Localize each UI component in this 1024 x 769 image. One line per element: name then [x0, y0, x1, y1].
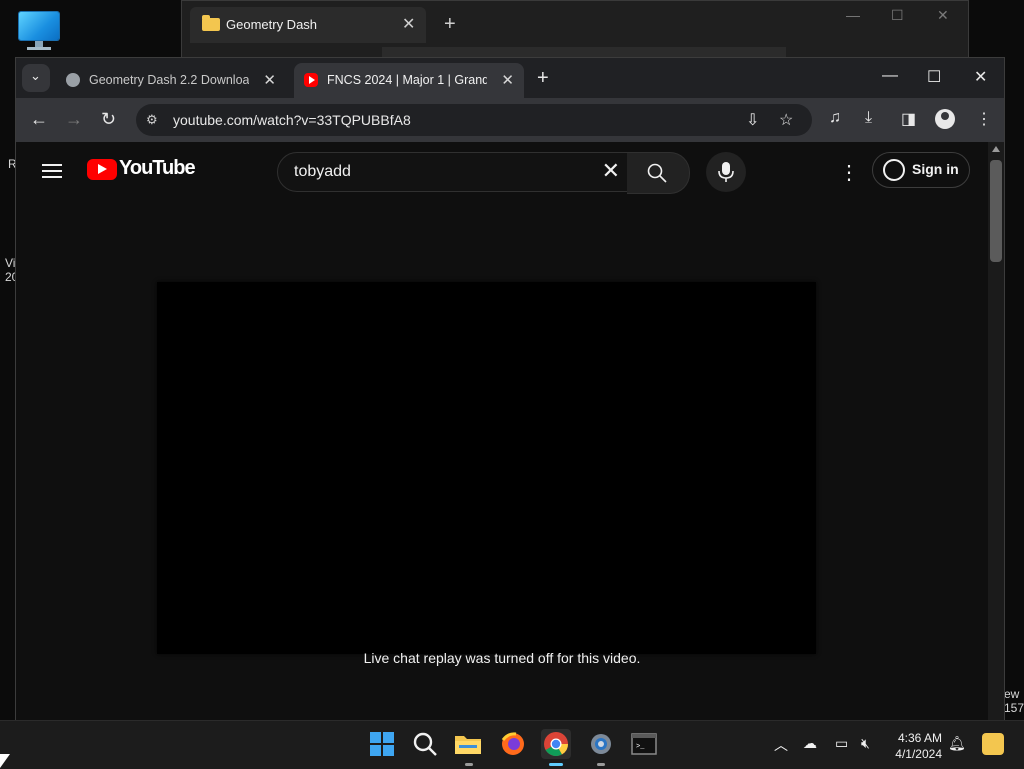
reload-button[interactable]: ↻	[101, 109, 116, 130]
taskbar-file-explorer[interactable]	[454, 729, 484, 766]
maximize-button[interactable]: ☐	[927, 67, 941, 87]
close-icon[interactable]: ✕	[402, 14, 415, 34]
maximize-button[interactable]: ☐	[891, 7, 904, 24]
search-icon	[413, 732, 437, 756]
menu-dots-icon[interactable]: ⋮	[976, 109, 992, 129]
clock-date: 4/1/2024	[895, 747, 942, 761]
terminal-icon: >_	[631, 733, 657, 755]
file-explorer-icon	[455, 736, 481, 754]
start-icon	[370, 732, 394, 756]
settings-icon	[591, 734, 611, 754]
chrome-window: ⌄ Geometry Dash 2.2 Download F ✕ FNCS 20…	[15, 57, 1005, 722]
mouse-cursor-icon	[0, 754, 10, 768]
scroll-up-icon[interactable]	[992, 146, 1000, 152]
minimize-button[interactable]: —	[882, 67, 898, 85]
svg-text:>_: >_	[636, 743, 645, 751]
folder-icon	[202, 15, 220, 31]
tab-title: FNCS 2024 | Major 1 | Grand Fir	[327, 73, 487, 87]
youtube-logo-icon[interactable]	[87, 159, 117, 180]
explorer-tab-title: Geometry Dash	[226, 17, 318, 32]
tab-strip: ⌄ Geometry Dash 2.2 Download F ✕ FNCS 20…	[16, 58, 1004, 98]
account-icon	[883, 159, 905, 181]
youtube-page: YouTube tobyadd ✕ ⋮ Sign in Live chat re…	[16, 142, 988, 721]
tab-search-button[interactable]: ⌄	[22, 64, 50, 92]
taskbar-search-button[interactable]	[410, 729, 440, 759]
close-icon[interactable]: ✕	[501, 71, 514, 89]
clock-time: 4:36 AM	[897, 731, 942, 745]
bookmark-star-icon[interactable]: ☆	[779, 110, 793, 130]
new-tab-button[interactable]: +	[537, 67, 549, 90]
taskbar-chrome[interactable]	[541, 729, 571, 766]
media-control-icon[interactable]: ♫	[829, 109, 841, 127]
downloads-icon[interactable]: ⤓	[865, 109, 872, 127]
sign-in-label: Sign in	[912, 161, 959, 177]
voice-search-button[interactable]	[706, 152, 746, 192]
system-clock[interactable]: 4:36 AM 4/1/2024	[890, 730, 942, 762]
profile-avatar-icon[interactable]	[935, 109, 955, 129]
back-button[interactable]: ←	[30, 109, 48, 130]
pre-release-badge-icon[interactable]	[982, 733, 1004, 755]
search-icon	[647, 163, 667, 183]
chevron-down-icon: ⌄	[30, 68, 41, 83]
close-button[interactable]: ✕	[974, 67, 987, 87]
new-tab-button[interactable]: +	[444, 13, 456, 36]
search-input[interactable]: tobyadd ✕	[277, 152, 629, 192]
youtube-logo-text[interactable]: YouTube	[119, 157, 196, 180]
notification-bell-icon[interactable]: 🔔︎	[948, 735, 966, 752]
globe-icon	[66, 73, 80, 87]
desktop-text-fragment: Vi	[5, 256, 16, 270]
volume-muted-icon[interactable]: 🔇︎	[861, 735, 870, 752]
tab-fncs-youtube[interactable]: FNCS 2024 | Major 1 | Grand Fir ✕	[294, 63, 524, 98]
video-player[interactable]	[157, 282, 816, 654]
minimize-button[interactable]: —	[846, 7, 860, 23]
search-query: tobyadd	[294, 163, 351, 180]
tab-title: Geometry Dash 2.2 Download F	[89, 73, 249, 87]
side-panel-icon[interactable]: ◨	[901, 109, 916, 129]
search-button[interactable]	[627, 152, 690, 194]
close-button[interactable]: ✕	[937, 7, 949, 24]
desktop-text-fragment: 157	[1004, 701, 1024, 715]
sign-in-button[interactable]: Sign in	[872, 152, 970, 188]
firefox-icon	[501, 732, 524, 755]
browser-toolbar: ← → ↻ ⚙ youtube.com/watch?v=33TQPUBBfA8 …	[16, 98, 1004, 142]
taskbar-terminal[interactable]: >_	[629, 729, 659, 759]
start-button[interactable]	[367, 729, 397, 759]
youtube-icon	[304, 73, 318, 87]
page-scrollbar[interactable]	[988, 142, 1004, 721]
file-explorer-window: Geometry Dash ✕ + — ☐ ✕	[181, 0, 969, 62]
tab-geometry-dash[interactable]: Geometry Dash 2.2 Download F ✕	[56, 63, 286, 98]
taskbar-settings[interactable]	[586, 729, 616, 766]
clear-search-icon[interactable]: ✕	[602, 158, 620, 184]
address-bar[interactable]: ⚙ youtube.com/watch?v=33TQPUBBfA8 ⇩ ☆	[136, 104, 812, 136]
close-icon[interactable]: ✕	[263, 71, 276, 89]
install-app-icon[interactable]: ⇩	[746, 110, 759, 130]
hamburger-menu-icon[interactable]	[42, 164, 62, 178]
forward-button[interactable]: →	[65, 109, 83, 130]
scrollbar-thumb[interactable]	[990, 160, 1002, 262]
live-chat-message: Live chat replay was turned off for this…	[363, 650, 641, 666]
taskbar-firefox[interactable]	[498, 729, 528, 759]
explorer-tab[interactable]: Geometry Dash ✕	[190, 7, 426, 43]
network-display-icon[interactable]: ▭	[835, 735, 848, 752]
microphone-icon	[718, 162, 734, 182]
url-text: youtube.com/watch?v=33TQPUBBfA8	[173, 112, 411, 128]
desktop-text-fragment: ew	[1004, 687, 1020, 701]
show-hidden-icons-chevron-icon[interactable]: ︿	[774, 735, 788, 755]
settings-more-icon[interactable]: ⋮	[839, 160, 859, 185]
this-pc-desktop-icon[interactable]	[17, 10, 61, 50]
site-info-icon[interactable]: ⚙	[146, 112, 158, 128]
taskbar: >_ ︿ ☁ ▭ 🔇︎ 4:36 AM 4/1/2024 🔔︎	[0, 720, 1024, 769]
chrome-icon	[544, 732, 568, 757]
onedrive-cloud-icon[interactable]: ☁	[803, 735, 817, 752]
